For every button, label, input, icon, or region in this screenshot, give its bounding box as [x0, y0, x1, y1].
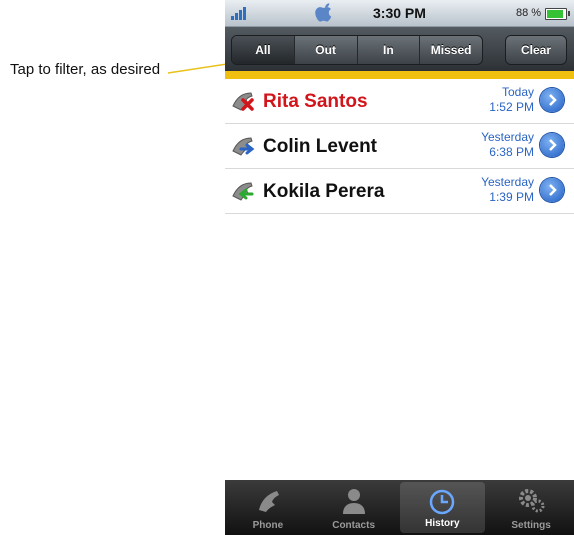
filter-bar: All Out In Missed Clear	[225, 27, 574, 71]
call-history-list: Rita Santos Today 1:52 PM Colin Levent Y…	[225, 79, 574, 214]
caller-name: Rita Santos	[263, 91, 368, 112]
phone-icon	[258, 491, 279, 512]
chevron-right-icon	[549, 184, 557, 196]
tab-history[interactable]: History	[399, 482, 486, 533]
call-day: Yesterday	[481, 130, 534, 144]
filter-out-button[interactable]: Out	[295, 36, 358, 64]
call-day: Today	[501, 85, 534, 99]
status-time: 3:30 PM	[373, 5, 426, 21]
battery-percent: 88 %	[516, 7, 542, 19]
status-bar: 3:30 PM 88 %	[225, 0, 574, 27]
clear-button[interactable]: Clear	[505, 35, 567, 65]
clock-icon	[430, 489, 455, 515]
tab-bar: Phone Contacts History Settings	[225, 480, 574, 535]
filter-segmented-control: All Out In Missed	[231, 35, 483, 65]
call-time: 1:39 PM	[489, 190, 534, 204]
annotation-text: Tap to filter, as desired	[10, 61, 161, 78]
filter-all-button[interactable]: All	[232, 36, 295, 64]
outgoing-call-icon	[232, 137, 255, 156]
chevron-right-icon	[549, 94, 557, 106]
apple-icon	[315, 3, 332, 22]
filter-in-button[interactable]: In	[358, 36, 421, 64]
call-row[interactable]: Kokila Perera Yesterday 1:39 PM	[225, 169, 574, 214]
detail-disclosure-button[interactable]	[540, 88, 564, 112]
tab-contacts[interactable]: Contacts	[311, 480, 397, 535]
tab-label: History	[425, 518, 460, 529]
caller-name: Kokila Perera	[263, 181, 385, 202]
missed-call-icon	[232, 92, 254, 111]
call-time: 6:38 PM	[489, 145, 534, 159]
caller-name: Colin Levent	[263, 136, 378, 157]
call-time: 1:52 PM	[489, 100, 534, 114]
battery-icon	[545, 8, 570, 20]
chevron-right-icon	[549, 139, 557, 151]
signal-bars-icon	[231, 6, 253, 20]
tab-settings[interactable]: Settings	[488, 480, 574, 535]
battery-fill	[547, 10, 563, 18]
tab-label: Contacts	[332, 520, 376, 531]
filter-missed-button[interactable]: Missed	[420, 36, 482, 64]
contacts-icon	[342, 489, 365, 514]
tab-label: Settings	[511, 520, 551, 531]
detail-disclosure-button[interactable]	[540, 178, 564, 202]
gears-icon	[519, 489, 545, 513]
tab-phone[interactable]: Phone	[225, 480, 311, 535]
phone-screen: 3:30 PM 88 % All Out In Missed Clear Rit…	[225, 0, 574, 535]
tab-label: Phone	[252, 520, 284, 531]
accent-stripe	[225, 71, 574, 79]
call-row[interactable]: Colin Levent Yesterday 6:38 PM	[225, 124, 574, 169]
detail-disclosure-button[interactable]	[540, 133, 564, 157]
incoming-call-icon	[232, 182, 254, 201]
call-row[interactable]: Rita Santos Today 1:52 PM	[225, 79, 574, 124]
call-day: Yesterday	[481, 175, 534, 189]
